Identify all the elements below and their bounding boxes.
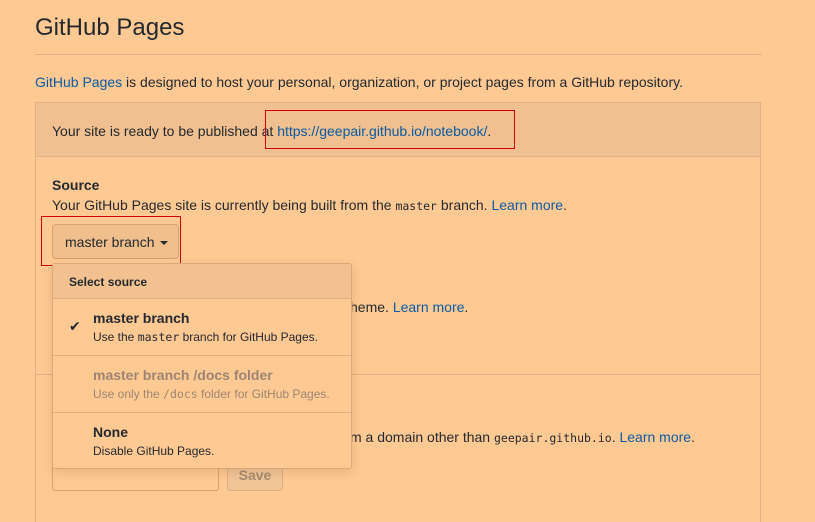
option-desc-prefix: Disable GitHub Pages. xyxy=(93,444,215,458)
custom-domain-description: m a domain other than geepair.github.io.… xyxy=(350,429,695,445)
page-title: GitHub Pages xyxy=(35,14,185,41)
domain-end: . xyxy=(691,429,695,445)
dropdown-header: Select source xyxy=(53,264,351,299)
theme-text: heme. xyxy=(350,299,393,315)
source-heading: Source xyxy=(52,177,100,193)
option-desc-code: /docs xyxy=(163,387,198,401)
select-source-dropdown: Select source ✔ master branch Use the ma… xyxy=(52,263,352,469)
option-description: Use only the /docs folder for GitHub Pag… xyxy=(93,387,351,401)
option-desc-suffix: folder for GitHub Pages. xyxy=(197,387,330,401)
domain-code: geepair.github.io xyxy=(493,431,612,445)
option-description: Use the master branch for GitHub Pages. xyxy=(93,330,351,344)
option-desc-code: master xyxy=(137,330,180,344)
source-branch-code: master xyxy=(395,199,437,213)
option-title: None xyxy=(93,424,128,440)
check-icon: ✔ xyxy=(69,318,81,334)
source-desc-suffix: branch. xyxy=(436,197,492,213)
source-button-highlight xyxy=(41,216,181,266)
option-description: Disable GitHub Pages. xyxy=(93,444,351,458)
theme-description: heme. Learn more. xyxy=(350,299,468,315)
option-title: master branch /docs folder xyxy=(93,367,273,383)
domain-text: m a domain other than xyxy=(350,429,494,445)
source-description: Your GitHub Pages site is currently bein… xyxy=(52,197,567,213)
theme-end: . xyxy=(464,299,469,315)
flash-prefix: Your site is ready to be published at xyxy=(52,123,278,139)
source-option-master-branch[interactable]: ✔ master branch Use the master branch fo… xyxy=(53,299,351,356)
intro-text: GitHub Pages is designed to host your pe… xyxy=(35,74,683,90)
option-desc-suffix: branch for GitHub Pages. xyxy=(179,330,318,344)
title-divider xyxy=(35,54,762,55)
intro-description: is designed to host your personal, organ… xyxy=(122,74,683,90)
domain-learn-more-link[interactable]: Learn more xyxy=(619,429,691,445)
option-title: master branch xyxy=(93,310,190,326)
source-learn-more-link[interactable]: Learn more xyxy=(491,197,563,213)
source-desc-end: . xyxy=(563,197,567,213)
github-pages-link[interactable]: GitHub Pages xyxy=(35,74,122,90)
source-option-none[interactable]: None Disable GitHub Pages. xyxy=(53,413,351,470)
source-option-docs-folder: master branch /docs folder Use only the … xyxy=(53,356,351,413)
source-desc-prefix: Your GitHub Pages site is currently bein… xyxy=(52,197,396,213)
theme-learn-more-link[interactable]: Learn more xyxy=(393,299,465,315)
option-desc-prefix: Use only the xyxy=(93,387,164,401)
option-desc-prefix: Use the xyxy=(93,330,138,344)
site-url-highlight xyxy=(265,110,515,149)
